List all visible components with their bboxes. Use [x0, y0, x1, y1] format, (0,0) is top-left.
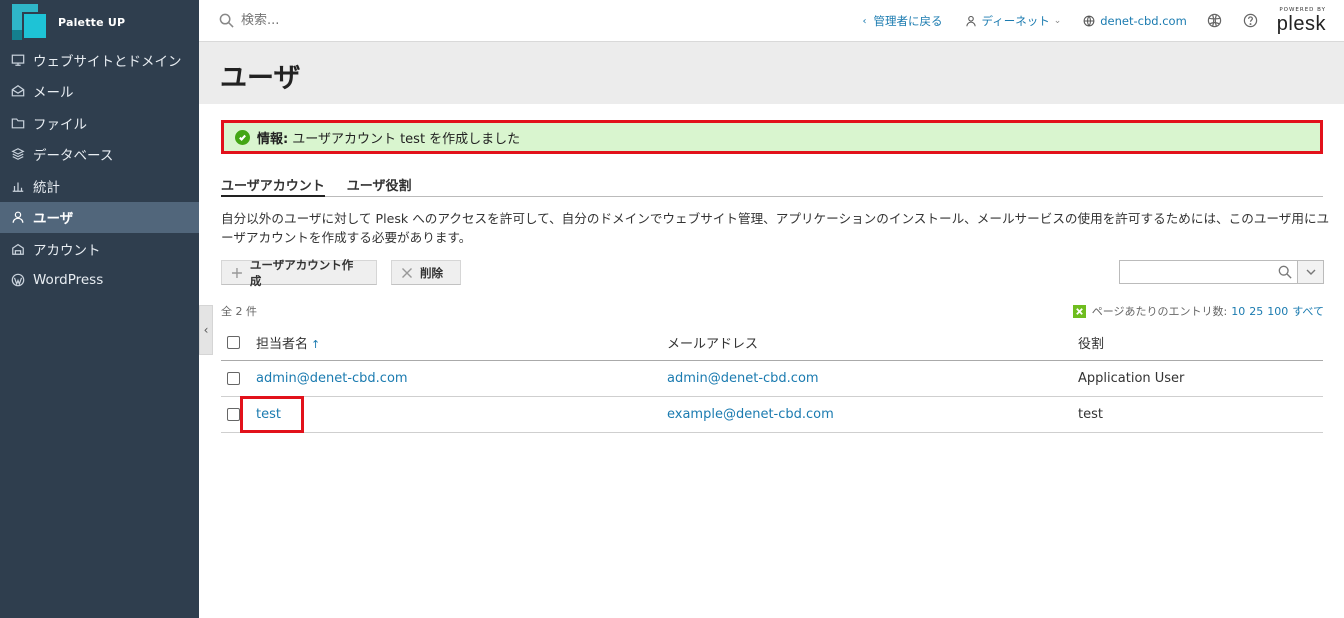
create-user-account-button[interactable]: ユーザアカウント作成	[221, 258, 377, 288]
sidebar-item-label: 統計	[33, 179, 60, 196]
sidebar-item-statistics[interactable]: 統計	[0, 170, 199, 202]
chevron-down-icon	[1306, 269, 1315, 275]
chart-icon	[10, 178, 26, 194]
per-page-option[interactable]: 25	[1249, 305, 1263, 318]
brand-logo-icon	[12, 4, 48, 40]
account-icon	[10, 241, 26, 257]
select-all-checkbox[interactable]	[227, 336, 240, 349]
back-to-admin-label: 管理者に戻る	[873, 14, 943, 28]
column-header-email: メールアドレス	[667, 337, 759, 352]
brand-name: Palette UP	[58, 15, 126, 29]
export-excel-icon[interactable]	[1072, 304, 1086, 318]
sidebar-item-files[interactable]: ファイル	[0, 107, 199, 139]
topbar: ‹ 管理者に戻る ディーネット ⌄ denet-cbd.com POWERED …	[199, 0, 1344, 42]
list-search-field	[1119, 260, 1298, 284]
sidebar-item-label: アカウント	[33, 242, 101, 259]
delete-button[interactable]: 削除	[391, 260, 461, 285]
per-page-option[interactable]: 100	[1267, 305, 1288, 318]
check-circle-icon	[235, 129, 250, 145]
sidebar-item-label: ユーザ	[33, 211, 74, 228]
search-icon[interactable]	[1278, 265, 1292, 279]
basketball-icon[interactable]	[1207, 13, 1223, 29]
sidebar-item-databases[interactable]: データベース	[0, 139, 199, 171]
delete-label: 削除	[420, 265, 443, 280]
info-text: ユーザアカウント test を作成しました	[292, 131, 521, 147]
sidebar-item-label: ウェブサイトとドメイン	[33, 53, 182, 70]
create-user-account-label: ユーザアカウント作成	[249, 257, 354, 288]
per-page-option[interactable]: すべて	[1292, 303, 1324, 319]
global-search	[219, 13, 441, 28]
globe-icon	[1083, 15, 1095, 27]
user-menu[interactable]: ディーネット ⌄	[965, 13, 1062, 29]
help-icon[interactable]	[1243, 13, 1259, 29]
user-name: ディーネット	[981, 14, 1050, 28]
user-icon	[965, 15, 976, 27]
row-select-cell	[221, 408, 256, 421]
select-all-cell	[221, 336, 256, 349]
domain-link[interactable]: denet-cbd.com	[1083, 14, 1187, 28]
per-page-label: ページあたりのエントリ数:	[1091, 305, 1228, 318]
list-search-input[interactable]	[1120, 261, 1270, 283]
monitor-icon	[10, 52, 26, 68]
mail-icon	[10, 83, 26, 99]
chevron-down-icon: ⌄	[1053, 16, 1062, 26]
brand[interactable]: Palette UP	[0, 0, 199, 44]
plus-icon	[231, 267, 242, 278]
topbar-right: ‹ 管理者に戻る ディーネット ⌄ denet-cbd.com POWERED …	[841, 0, 1327, 42]
page-title: ユーザ	[220, 63, 301, 94]
info-label: 情報:	[257, 131, 289, 147]
back-to-admin-link[interactable]: ‹ 管理者に戻る	[863, 13, 943, 29]
domain-label: denet-cbd.com	[1100, 14, 1187, 28]
table-header-row: 担当者名 ↑ メールアドレス 役割	[221, 325, 1323, 361]
per-page-option[interactable]: 10	[1231, 305, 1245, 318]
column-header-label: 担当者名	[256, 337, 309, 352]
sidebar-item-account[interactable]: アカウント	[0, 233, 199, 265]
page-header: ユーザ	[199, 42, 1344, 104]
plesk-wordmark: plesk	[1276, 12, 1326, 35]
sidebar: Palette UP ウェブサイトとドメイン メール ファイル データベース 統…	[0, 0, 199, 618]
tabs: ユーザアカウント ユーザ役割	[221, 170, 1323, 197]
total-count: 全 2 件	[221, 305, 257, 318]
sidebar-item-label: データベース	[33, 148, 114, 165]
table-row: test example@denet-cbd.com test	[221, 397, 1323, 433]
sidebar-item-users[interactable]: ユーザ	[0, 201, 199, 233]
sidebar-item-label: WordPress	[33, 272, 104, 289]
page-description: 自分以外のユーザに対して Plesk へのアクセスを許可して、自分のドメインでウ…	[221, 211, 1330, 245]
user-name-link[interactable]: test	[256, 407, 281, 422]
sort-ascending-icon: ↑	[311, 338, 321, 351]
table-row: admin@denet-cbd.com admin@denet-cbd.com …	[221, 361, 1323, 397]
sidebar-collapse-button[interactable]: ‹	[199, 305, 213, 355]
row-select-cell	[221, 372, 256, 385]
info-message: 情報: ユーザアカウント test を作成しました	[221, 120, 1323, 154]
users-table: 担当者名 ↑ メールアドレス 役割 admin@denet-cbd.com adm…	[221, 325, 1323, 433]
sidebar-item-label: ファイル	[33, 116, 87, 133]
column-header-name[interactable]: 担当者名 ↑	[256, 333, 667, 352]
user-name-link[interactable]: admin@denet-cbd.com	[256, 371, 408, 386]
user-email-link[interactable]: admin@denet-cbd.com	[667, 371, 819, 386]
search-icon	[219, 13, 234, 28]
user-role: Application User	[1078, 371, 1185, 386]
user-email-link[interactable]: example@denet-cbd.com	[667, 407, 834, 422]
tab-user-roles[interactable]: ユーザ役割	[347, 170, 412, 196]
search-input[interactable]	[241, 13, 441, 28]
user-icon	[10, 209, 26, 225]
advanced-search-toggle[interactable]	[1298, 260, 1324, 284]
user-role: test	[1078, 407, 1103, 422]
database-icon	[10, 146, 26, 162]
chevron-left-icon: ‹	[862, 15, 867, 27]
wordpress-icon	[10, 272, 26, 288]
per-page-selector: ページあたりのエントリ数: 10 25 100 すべて	[1072, 303, 1324, 319]
folder-icon	[10, 115, 26, 131]
column-header-role: 役割	[1078, 337, 1105, 352]
tab-user-accounts[interactable]: ユーザアカウント	[221, 170, 325, 197]
row-checkbox[interactable]	[227, 408, 240, 421]
delete-x-icon	[402, 267, 412, 278]
sidebar-item-label: メール	[33, 85, 74, 102]
plesk-logo: POWERED BY plesk	[1277, 8, 1326, 34]
sidebar-item-mail[interactable]: メール	[0, 76, 199, 108]
row-checkbox[interactable]	[227, 372, 240, 385]
sidebar-item-websites[interactable]: ウェブサイトとドメイン	[0, 44, 199, 76]
sidebar-item-wordpress[interactable]: WordPress	[0, 265, 199, 297]
